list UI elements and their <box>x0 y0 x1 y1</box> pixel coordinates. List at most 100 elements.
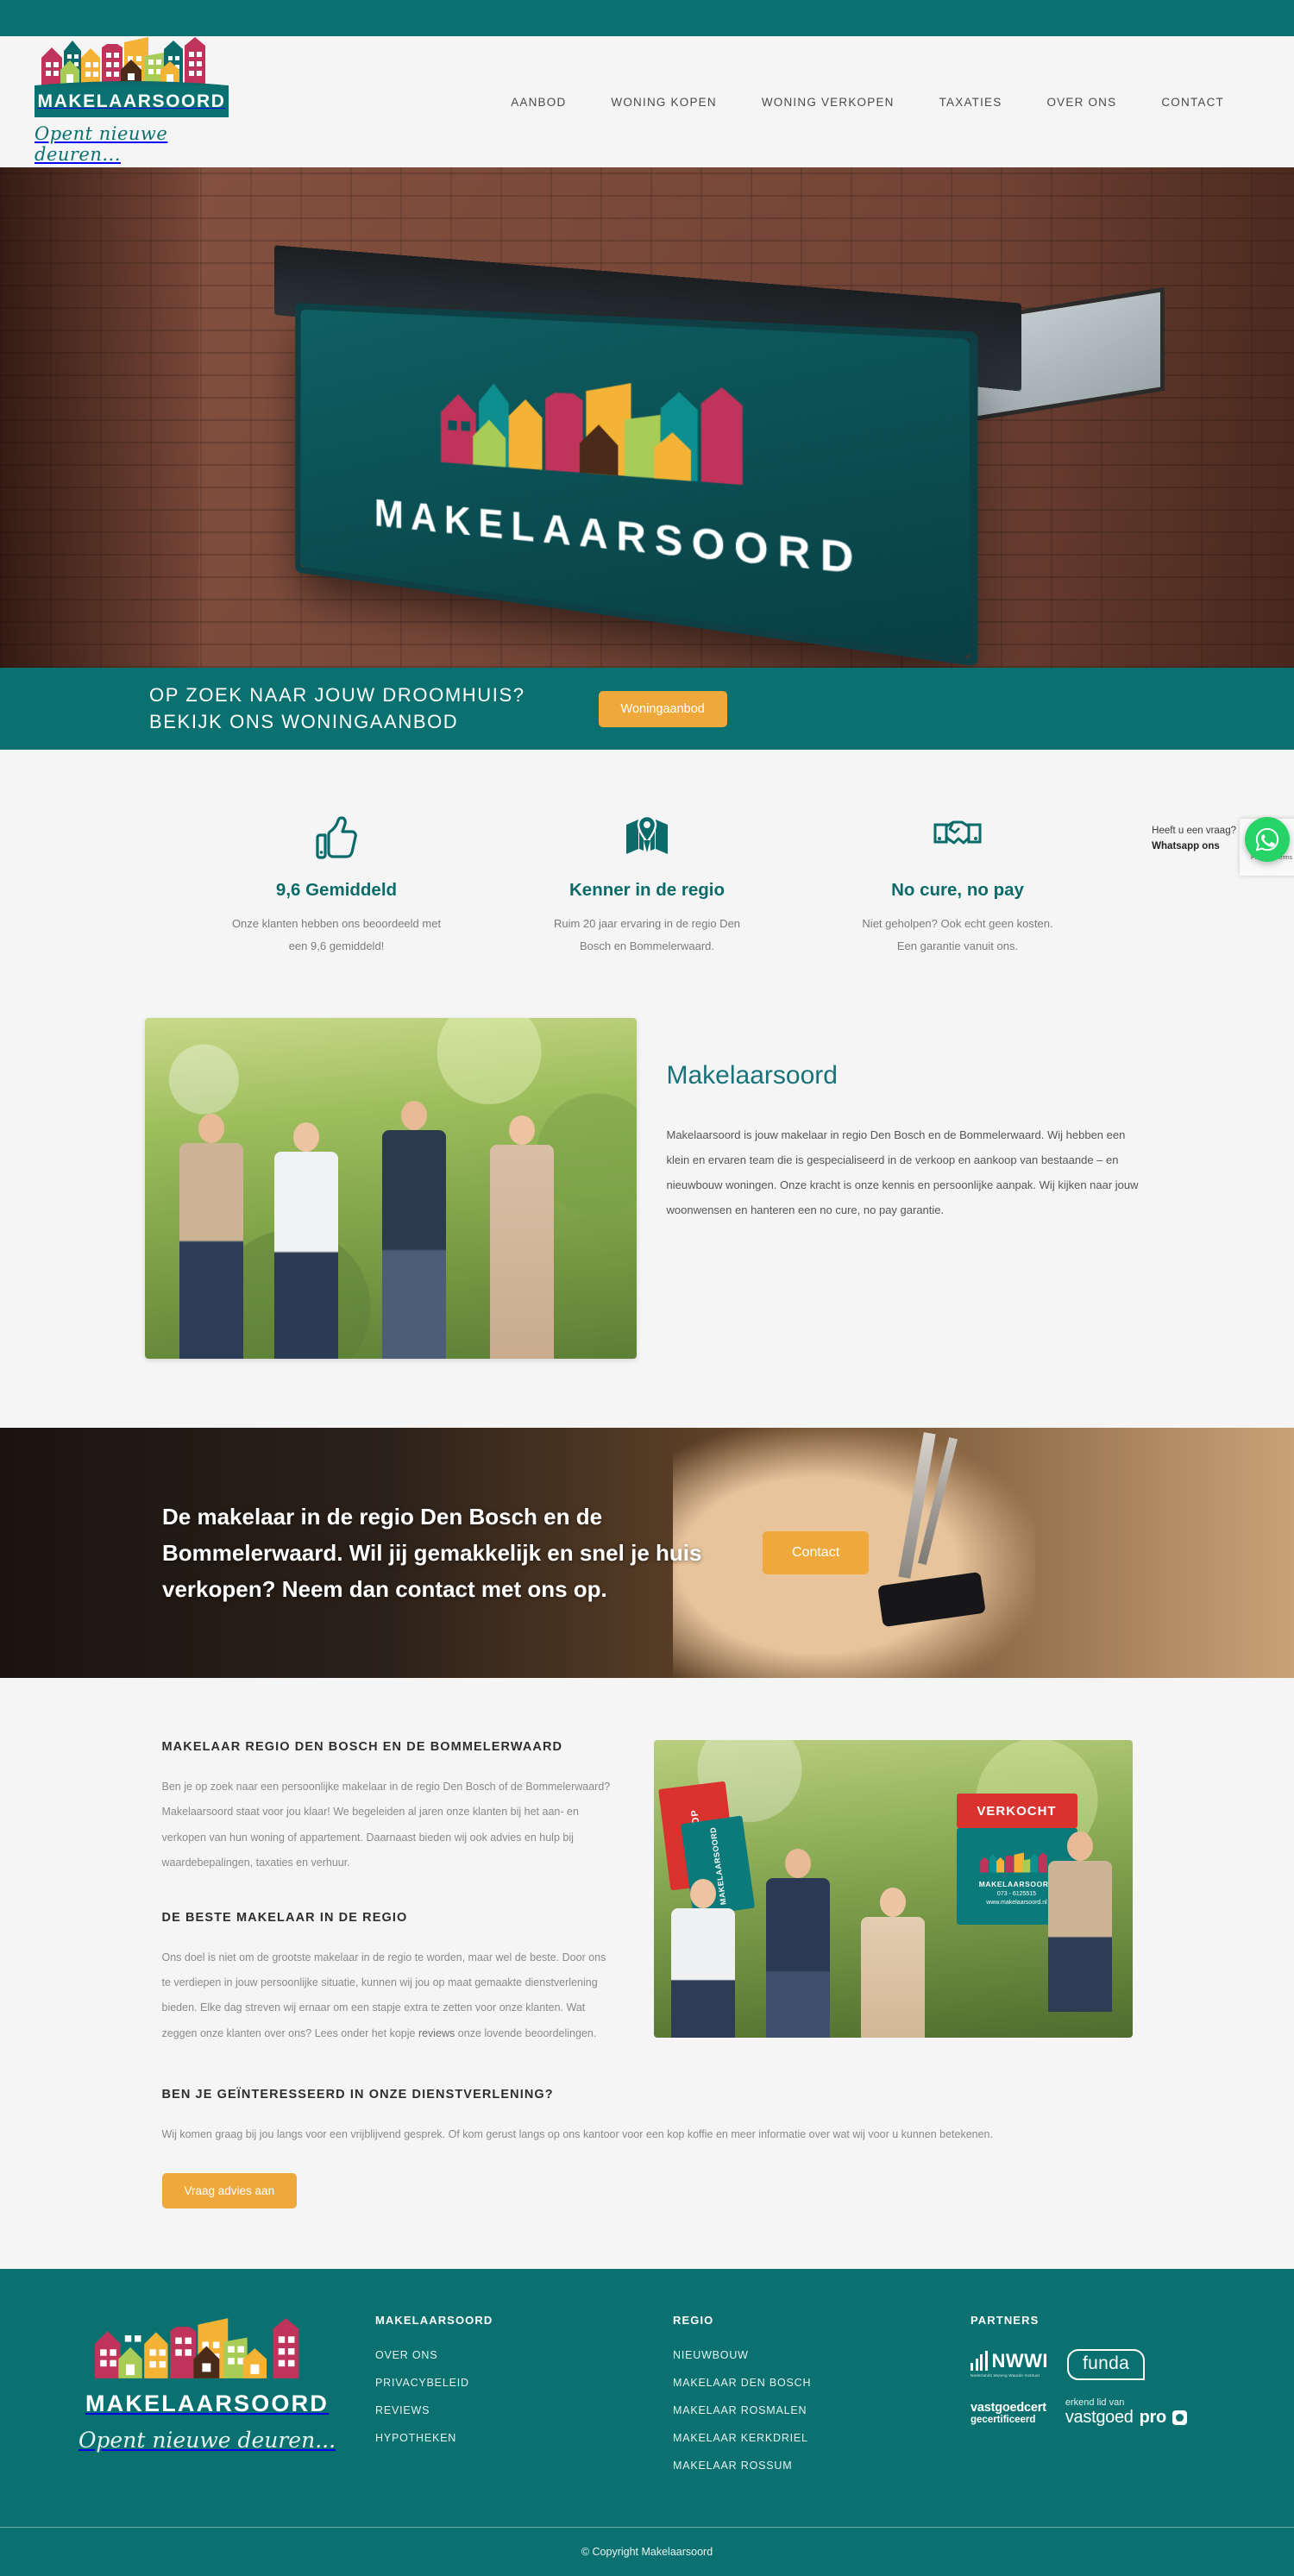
team-member-a <box>671 1879 736 2038</box>
content-heading-2: DE BESTE MAKELAAR IN DE REGIO <box>161 1910 408 1925</box>
hero-headline-line1: OP ZOEK NAAR JOUW DROOMHUIS? <box>149 684 525 707</box>
cta-headline: De makelaar in de regio Den Bosch en de … <box>162 1503 702 1603</box>
content-heading-1: MAKELAAR REGIO DEN BOSCH EN DE BOMMELERW… <box>161 1740 563 1754</box>
main-navigation: AANBOD WONING KOPEN WONING VERKOPEN TAXA… <box>488 87 1247 117</box>
features-section: 9,6 Gemiddeld Onze klanten hebben ons be… <box>0 750 1294 1018</box>
footer-link-over-ons[interactable]: OVER ONS <box>375 2349 673 2361</box>
footer-link-hypotheken[interactable]: HYPOTHEKEN <box>375 2432 673 2444</box>
whatsapp-label: Heeft u een vraag? Whatsapp ons <box>1152 824 1236 855</box>
footer-heading-makelaarsoord: MAKELAARSOORD <box>375 2314 493 2328</box>
footer-link-makelaar-kerkdriel[interactable]: MAKELAAR KERKDRIEL <box>673 2432 970 2444</box>
whatsapp-button[interactable] <box>1245 817 1290 862</box>
hero-cta-bar: OP ZOEK NAAR JOUW DROOMHUIS? BEKIJK ONS … <box>0 668 1294 750</box>
nav-item-aanbod[interactable]: AANBOD <box>488 87 588 117</box>
team-member-b <box>766 1849 831 2038</box>
nav-item-taxaties[interactable]: TAXATIES <box>917 87 1025 117</box>
whatsapp-widget[interactable]: Heeft u een vraag? Whatsapp ons Privacy … <box>1152 817 1294 876</box>
nav-item-over-ons[interactable]: OVER ONS <box>1024 87 1139 117</box>
feature-title-rating: 9,6 Gemiddeld <box>275 880 398 900</box>
sign-brand-text: MAKELAARSOORD <box>374 492 864 585</box>
team-member-2 <box>273 1122 338 1359</box>
footer-link-privacybeleid[interactable]: PRIVACYBELEID <box>375 2377 673 2389</box>
feature-card-nocure: No cure, no pay Niet geholpen? Ook echt … <box>802 814 1113 958</box>
team-member-1 <box>179 1114 243 1359</box>
feature-title-nocure: No cure, no pay <box>891 880 1024 900</box>
funda-logo[interactable]: funda <box>1067 2349 1146 2381</box>
site-logo[interactable]: MAKELAARSOORD Opent nieuwe deuren... <box>35 35 229 165</box>
map-pin-icon <box>509 814 785 864</box>
team-member-3 <box>381 1101 446 1359</box>
footer-link-nieuwbouw[interactable]: NIEUWBOUW <box>673 2349 970 2361</box>
nwwi-subtitle: Nederlands Woning Waarde Instituut <box>970 2373 1040 2378</box>
feature-title-region: Kenner in de regio <box>569 880 725 900</box>
verkocht-sign: VERKOCHT <box>956 1794 1077 1828</box>
thumbs-up-icon <box>198 814 474 864</box>
content-text-column: MAKELAAR REGIO DEN BOSCH EN DE BOMMELERW… <box>162 1740 612 2081</box>
handshake-icon <box>820 814 1096 864</box>
footer-tagline: Opent nieuwe deuren... <box>78 2428 336 2453</box>
vraag-advies-aan-button[interactable]: Vraag advies aan <box>161 2173 298 2209</box>
contact-cta-banner: De makelaar in de regio Den Bosch en de … <box>0 1428 1294 1678</box>
nwwi-name: NWWI <box>991 2350 1049 2372</box>
reviews-link[interactable]: reviews <box>418 2027 455 2039</box>
feature-desc-region: Ruim 20 jaar ervaring in de regio Den Bo… <box>553 917 741 952</box>
vastgoedpro-logo[interactable]: erkend lid van vastgoed pro <box>1065 2397 1187 2428</box>
contact-button[interactable]: Contact <box>763 1531 870 1574</box>
footer-city-skyline-icon <box>94 2318 299 2379</box>
about-title: Makelaarsoord <box>666 1061 838 1090</box>
whatsapp-line2: Whatsapp ons <box>1152 841 1220 851</box>
logo-name-light: MAKELAARS <box>37 91 166 111</box>
footer-heading-regio: REGIO <box>673 2314 714 2328</box>
sign-city-icon <box>979 1852 1047 1872</box>
content-body-2: Ons doel is niet om de grootste makelaar… <box>161 1951 606 2039</box>
hero-headline-line2: BEKIJK ONS WONINGAANBOD <box>149 710 459 732</box>
nav-item-woning-kopen[interactable]: WONING KOPEN <box>588 87 738 117</box>
nwwi-bars-icon <box>970 2351 988 2372</box>
partner-row-2: vastgoedcert gecertificeerd erkend lid v… <box>970 2397 1255 2428</box>
team-member-4 <box>489 1115 554 1359</box>
feature-card-rating: 9,6 Gemiddeld Onze klanten hebben ons be… <box>181 814 492 958</box>
footer-link-makelaar-rossum[interactable]: MAKELAAR ROSSUM <box>673 2460 970 2472</box>
team-member-d <box>1047 1831 1112 2012</box>
logo-tagline: Opent nieuwe deuren... <box>35 123 168 165</box>
partner-row-1: NWWI Nederlands Woning Waarde Instituut … <box>970 2349 1255 2381</box>
logo-name-bar: MAKELAARSOORD <box>35 85 229 117</box>
woningaanbod-button[interactable]: Woningaanbod <box>598 690 727 727</box>
footer-link-reviews[interactable]: REVIEWS <box>375 2404 673 2416</box>
hero-image: MAKELAARSOORD <box>0 167 1294 668</box>
footer-link-makelaar-den-bosch[interactable]: MAKELAAR DEN BOSCH <box>673 2377 970 2389</box>
whatsapp-line1: Heeft u een vraag? <box>1152 826 1236 837</box>
footer-column-makelaarsoord: MAKELAARSOORD OVER ONS PRIVACYBELEID REV… <box>375 2314 673 2487</box>
logo-name-bold: OORD <box>166 91 226 111</box>
about-body: Makelaarsoord is jouw makelaar in regio … <box>666 1128 1139 1216</box>
nav-item-woning-verkopen[interactable]: WONING VERKOPEN <box>739 87 917 117</box>
content-body-1: Ben je op zoek naar een persoonlijke mak… <box>161 1781 611 1869</box>
vastgoedcert-sub: gecertificeerd <box>970 2414 1036 2425</box>
feature-desc-nocure: Niet geholpen? Ook echt geen kosten. Een… <box>862 917 1053 952</box>
content-heading-3: BEN JE GEÏNTERESSEERD IN ONZE DIENSTVERL… <box>161 2088 554 2102</box>
footer-column-partners: PARTNERS NWWI Nederlands Woning Waarde I… <box>970 2314 1255 2487</box>
site-header: MAKELAARSOORD Opent nieuwe deuren... AAN… <box>0 36 1294 167</box>
footer-logo-column: MAKELAARSOORD Opent nieuwe deuren... <box>39 2314 375 2487</box>
team-member-c <box>861 1888 926 2038</box>
about-section: Makelaarsoord Makelaarsoord is jouw make… <box>0 1018 1294 1428</box>
vastgoedcert-logo[interactable]: vastgoedcert gecertificeerd <box>970 2401 1046 2425</box>
content-section: MAKELAAR REGIO DEN BOSCH EN DE BOMMELERW… <box>0 1678 1294 2270</box>
vastgoedpro-name-bold: pro <box>1139 2408 1167 2428</box>
nwwi-logo[interactable]: NWWI Nederlands Woning Waarde Instituut <box>970 2350 1049 2378</box>
vastgoedpro-prefix: erkend lid van <box>1065 2397 1125 2409</box>
content-body-3: Wij komen graag bij jou langs voor een v… <box>161 2128 993 2140</box>
vastgoedpro-dot-icon <box>1172 2410 1187 2426</box>
nav-item-contact[interactable]: CONTACT <box>1139 87 1247 117</box>
footer-heading-partners: PARTNERS <box>970 2314 1040 2328</box>
vastgoedpro-name: vastgoed <box>1065 2408 1134 2428</box>
footer-logo[interactable]: MAKELAARSOORD Opent nieuwe deuren... <box>78 2314 336 2487</box>
copyright-bar: © Copyright Makelaarsoord <box>0 2527 1294 2576</box>
team-with-signs-photo: VERKOOP MAKELAARSOORD VERKOCHT <box>654 1740 1133 2038</box>
footer-link-makelaar-rosmalen[interactable]: MAKELAAR ROSMALEN <box>673 2404 970 2416</box>
team-photo <box>144 1018 637 1359</box>
vastgoedcert-name: vastgoedcert <box>970 2400 1046 2415</box>
site-footer: MAKELAARSOORD Opent nieuwe deuren... MAK… <box>0 2269 1294 2528</box>
feature-card-region: Kenner in de regio Ruim 20 jaar ervaring… <box>492 814 802 958</box>
top-accent-bar <box>0 0 1294 36</box>
